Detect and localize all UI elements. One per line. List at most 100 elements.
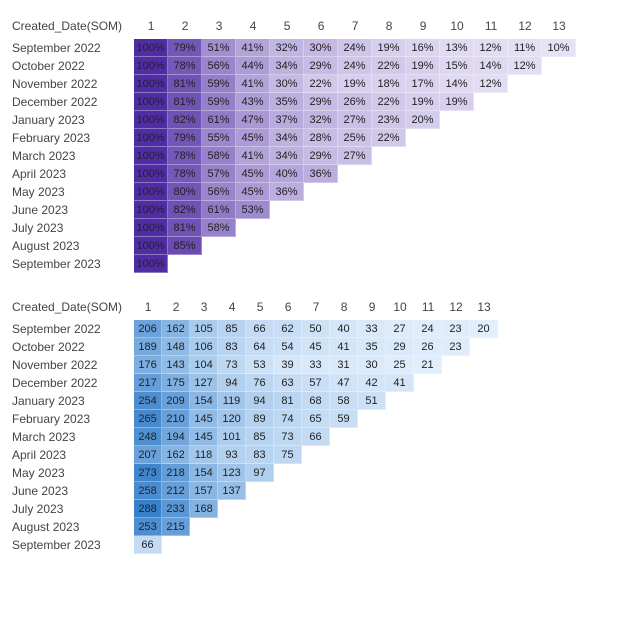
- empty-cell: [304, 201, 338, 219]
- empty-cell: [542, 111, 576, 129]
- table-row: March 2023100%78%58%41%34%29%27%: [12, 147, 576, 165]
- empty-cell: [386, 464, 414, 482]
- cell: 28%: [304, 129, 338, 147]
- cell: 253: [134, 518, 162, 536]
- row-label: June 2023: [12, 482, 134, 500]
- table-row: May 2023100%80%56%45%36%: [12, 183, 576, 201]
- empty-cell: [470, 356, 498, 374]
- empty-cell: [274, 482, 302, 500]
- empty-cell: [442, 410, 470, 428]
- col-header: 11: [414, 299, 442, 320]
- empty-cell: [372, 255, 406, 273]
- cell: 97: [246, 464, 274, 482]
- cell: 217: [134, 374, 162, 392]
- cell: 209: [162, 392, 190, 410]
- col-header: 9: [358, 299, 386, 320]
- cohort-table: Created_Date(SOM)12345678910111213Septem…: [12, 18, 576, 273]
- cell: 25%: [338, 129, 372, 147]
- table-row: April 2023207162118938375: [12, 446, 498, 464]
- cell: 27%: [338, 147, 372, 165]
- cell: 81%: [168, 219, 202, 237]
- col-header: 4: [218, 299, 246, 320]
- cell: 41%: [236, 75, 270, 93]
- cohort-heatmap-1: Created_Date(SOM)12345678910111213Septem…: [12, 18, 607, 273]
- empty-cell: [414, 536, 442, 554]
- cell: 47: [330, 374, 358, 392]
- empty-cell: [358, 518, 386, 536]
- cell: 233: [162, 500, 190, 518]
- cell: 68: [302, 392, 330, 410]
- row-label: February 2023: [12, 129, 134, 147]
- row-label: December 2022: [12, 93, 134, 111]
- empty-cell: [246, 536, 274, 554]
- empty-cell: [304, 255, 338, 273]
- table-row: June 2023258212157137: [12, 482, 498, 500]
- empty-cell: [338, 183, 372, 201]
- cell: 20%: [406, 111, 440, 129]
- cell: 85: [218, 320, 246, 338]
- empty-cell: [474, 111, 508, 129]
- cell: 32%: [270, 39, 304, 57]
- cell: 154: [190, 464, 218, 482]
- row-label: September 2022: [12, 39, 134, 57]
- col-header: 7: [338, 18, 372, 39]
- empty-cell: [470, 392, 498, 410]
- cell: 19%: [372, 39, 406, 57]
- x-axis-title: Created_Date(SOM): [12, 299, 134, 320]
- empty-cell: [236, 237, 270, 255]
- table-row: January 20232542091541199481685851: [12, 392, 498, 410]
- empty-cell: [542, 57, 576, 75]
- empty-cell: [372, 165, 406, 183]
- empty-cell: [470, 518, 498, 536]
- table-row: February 2023100%79%55%45%34%28%25%22%: [12, 129, 576, 147]
- empty-cell: [274, 464, 302, 482]
- cell: 16%: [406, 39, 440, 57]
- row-label: January 2023: [12, 111, 134, 129]
- row-label: November 2022: [12, 75, 134, 93]
- empty-cell: [442, 536, 470, 554]
- col-header: 13: [542, 18, 576, 39]
- cell: 100%: [134, 219, 168, 237]
- col-header: 13: [470, 299, 498, 320]
- row-label: December 2022: [12, 374, 134, 392]
- empty-cell: [406, 255, 440, 273]
- empty-cell: [168, 255, 202, 273]
- cell: 30%: [270, 75, 304, 93]
- cell: 34%: [270, 57, 304, 75]
- empty-cell: [406, 219, 440, 237]
- cell: 45%: [236, 165, 270, 183]
- empty-cell: [440, 219, 474, 237]
- empty-cell: [508, 255, 542, 273]
- cell: 64: [246, 338, 274, 356]
- empty-cell: [406, 129, 440, 147]
- empty-cell: [508, 201, 542, 219]
- cell: 25: [386, 356, 414, 374]
- table-row: February 202326521014512089746559: [12, 410, 498, 428]
- empty-cell: [414, 410, 442, 428]
- empty-cell: [202, 255, 236, 273]
- empty-cell: [474, 201, 508, 219]
- empty-cell: [386, 392, 414, 410]
- empty-cell: [414, 428, 442, 446]
- cell: 212: [162, 482, 190, 500]
- cell: 73: [274, 428, 302, 446]
- empty-cell: [508, 183, 542, 201]
- cell: 148: [162, 338, 190, 356]
- empty-cell: [474, 93, 508, 111]
- cell: 254: [134, 392, 162, 410]
- cell: 258: [134, 482, 162, 500]
- cell: 50: [302, 320, 330, 338]
- cell: 248: [134, 428, 162, 446]
- cell: 22%: [372, 129, 406, 147]
- col-header: 11: [474, 18, 508, 39]
- empty-cell: [414, 482, 442, 500]
- cell: 54: [274, 338, 302, 356]
- cell: 78%: [168, 147, 202, 165]
- empty-cell: [302, 500, 330, 518]
- cell: 23%: [372, 111, 406, 129]
- row-label: October 2022: [12, 338, 134, 356]
- empty-cell: [330, 428, 358, 446]
- empty-cell: [304, 237, 338, 255]
- table-row: December 202221717512794766357474241: [12, 374, 498, 392]
- empty-cell: [274, 536, 302, 554]
